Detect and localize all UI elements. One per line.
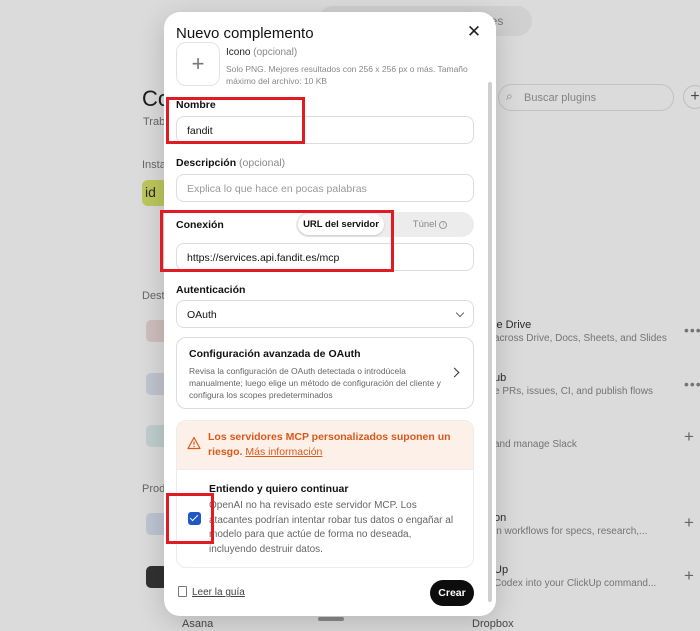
- description-optional-text: (opcional): [239, 157, 286, 169]
- divider: [177, 469, 473, 470]
- icon-optional-text: (opcional): [253, 47, 298, 58]
- authentication-select[interactable]: OAuth: [176, 300, 474, 328]
- description-label: Descripción (opcional): [176, 157, 285, 169]
- info-icon: i: [439, 221, 448, 229]
- description-label-text: Descripción: [176, 157, 237, 169]
- acknowledge-title: Entiendo y quiero continuar: [209, 483, 349, 495]
- description-input[interactable]: Explica lo que hace en pocas palabras: [176, 174, 474, 202]
- read-guide-link[interactable]: Leer la guía: [178, 586, 245, 598]
- advanced-oauth-title: Configuración avanzada de OAuth: [189, 348, 361, 360]
- book-icon: [178, 586, 187, 597]
- icon-upload-button[interactable]: +: [176, 42, 220, 86]
- icon-upload-hint: Solo PNG. Mejores resultados con 256 x 2…: [226, 64, 468, 86]
- close-icon[interactable]: ✕: [466, 23, 482, 40]
- learn-more-link[interactable]: Más información: [245, 446, 322, 458]
- warning-icon: [187, 436, 201, 450]
- icon-field-label: Icono (opcional): [226, 47, 297, 58]
- read-guide-label: Leer la guía: [192, 587, 245, 598]
- annotation-box-connection: [160, 210, 394, 272]
- risk-warning-banner: Los servidores MCP personalizados supone…: [177, 421, 473, 469]
- annotation-box-checkbox: [166, 493, 214, 544]
- risk-warning-panel: Los servidores MCP personalizados supone…: [176, 420, 474, 568]
- drag-handle[interactable]: [318, 617, 344, 621]
- icon-label-text: Icono: [226, 47, 251, 58]
- acknowledge-description: OpenAI no ha revisado este servidor MCP.…: [209, 500, 454, 555]
- annotation-box-name: [166, 97, 305, 144]
- authentication-value: OAuth: [187, 309, 217, 321]
- tunnel-tab[interactable]: Túnel i: [388, 214, 472, 235]
- chevron-right-icon: [449, 367, 460, 378]
- chevron-down-icon: [455, 308, 465, 318]
- advanced-oauth-settings-card[interactable]: Configuración avanzada de OAuth Revisa l…: [176, 337, 474, 409]
- authentication-label: Autenticación: [176, 284, 246, 296]
- advanced-oauth-description: Revisa la configuración de OAuth detecta…: [189, 366, 441, 400]
- scrollbar[interactable]: [488, 82, 492, 602]
- create-button[interactable]: Crear: [430, 580, 474, 606]
- dialog-title: Nuevo complemento: [176, 25, 314, 42]
- tunnel-tab-label: Túnel: [412, 219, 437, 230]
- risk-warning-text: Los servidores MCP personalizados supone…: [208, 430, 470, 460]
